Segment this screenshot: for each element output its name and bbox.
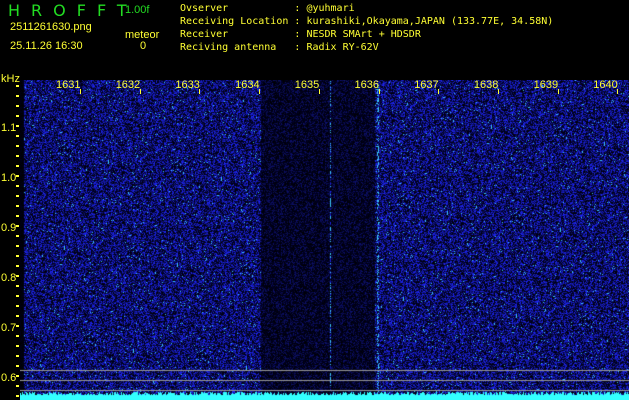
y-tick-mark <box>16 115 19 117</box>
info-row-receiver: Receiver : NESDR SMArt + HDSDR <box>180 28 421 41</box>
x-tick-label: 1639 <box>533 79 559 91</box>
x-tick-label: 1631 <box>56 79 81 91</box>
datetime-label: 25.11.26 16:30 <box>10 40 83 52</box>
x-tick-mark <box>557 89 559 94</box>
x-tick-label: 1633 <box>175 79 200 91</box>
y-tick-mark <box>16 145 19 147</box>
info-row-observer: Ovserver : @yuhmari <box>180 2 355 15</box>
x-tick-mark <box>259 89 261 94</box>
y-axis-unit: kHz <box>1 73 20 85</box>
x-tick-label: 1640 <box>593 79 618 91</box>
y-tick-label: 0.8 <box>1 272 17 284</box>
x-tick-label: 1637 <box>414 79 439 91</box>
info-value: : kurashiki,Okayama,JAPAN (133.77E, 34.5… <box>294 16 554 27</box>
info-value: : @yuhmari <box>294 3 355 14</box>
y-tick-mark <box>16 315 19 317</box>
y-tick-label: 1.1 <box>1 122 17 134</box>
y-tick-mark <box>16 385 19 387</box>
y-tick-mark <box>16 135 19 137</box>
y-tick-mark <box>16 105 19 107</box>
y-tick-mark <box>16 165 19 167</box>
y-tick-mark <box>16 235 19 237</box>
info-row-location: Receiving Location : kurashiki,Okayama,J… <box>180 15 553 28</box>
info-label: Ovserver <box>180 3 289 14</box>
x-tick-mark <box>318 89 320 94</box>
x-tick-mark <box>438 89 440 94</box>
y-tick-mark <box>16 295 19 297</box>
y-tick-mark <box>16 335 19 337</box>
y-tick-mark <box>16 305 19 307</box>
x-tick-mark <box>617 89 619 94</box>
y-tick-mark <box>16 215 19 217</box>
y-tick-label: 0.6 <box>1 372 17 384</box>
y-tick-mark <box>16 95 19 97</box>
x-tick-mark <box>378 89 380 94</box>
info-label: Reciving antenna <box>180 42 289 53</box>
y-tick-label: 0.7 <box>1 322 17 334</box>
y-tick-mark <box>16 85 19 87</box>
y-tick-mark <box>16 265 19 267</box>
y-tick-mark <box>16 375 19 377</box>
y-tick-label: 1.0 <box>1 172 17 184</box>
y-tick-mark <box>16 275 19 277</box>
y-tick-mark <box>16 185 19 187</box>
y-tick-mark <box>16 345 19 347</box>
x-tick-mark <box>139 89 141 94</box>
y-tick-mark <box>16 285 19 287</box>
info-label: Receiving Location <box>180 16 289 27</box>
y-tick-mark <box>16 195 19 197</box>
y-tick-mark <box>16 125 19 127</box>
version-label: 1.00f <box>125 4 150 16</box>
app-logo: HROFFT <box>8 1 138 20</box>
x-tick-label: 1632 <box>115 79 141 91</box>
x-tick-mark <box>497 89 499 94</box>
spectrogram <box>20 80 629 400</box>
x-tick-label: 1636 <box>354 79 379 91</box>
info-value: : Radix RY-62V <box>294 42 379 53</box>
y-tick-mark <box>16 325 19 327</box>
y-tick-mark <box>16 175 19 177</box>
y-tick-mark <box>16 155 19 157</box>
info-label: Receiver <box>180 29 289 40</box>
y-tick-mark <box>16 255 19 257</box>
y-tick-mark <box>16 205 19 207</box>
x-tick-mark <box>199 89 201 94</box>
y-tick-label: 0.9 <box>1 222 17 234</box>
info-value: : NESDR SMArt + HDSDR <box>294 29 421 40</box>
y-tick-mark <box>16 395 19 397</box>
x-tick-label: 1635 <box>294 79 320 91</box>
y-tick-mark <box>16 365 19 367</box>
y-tick-mark <box>16 245 19 247</box>
filename-label: 2511261630.png <box>10 21 92 33</box>
x-tick-label: 1638 <box>473 79 499 91</box>
meteor-count: 0 <box>140 40 147 52</box>
info-row-antenna: Reciving antenna : Radix RY-62V <box>180 41 379 54</box>
y-tick-mark <box>16 355 19 357</box>
x-tick-mark <box>80 89 81 94</box>
y-tick-mark <box>16 225 19 227</box>
x-tick-label: 1634 <box>235 79 260 91</box>
